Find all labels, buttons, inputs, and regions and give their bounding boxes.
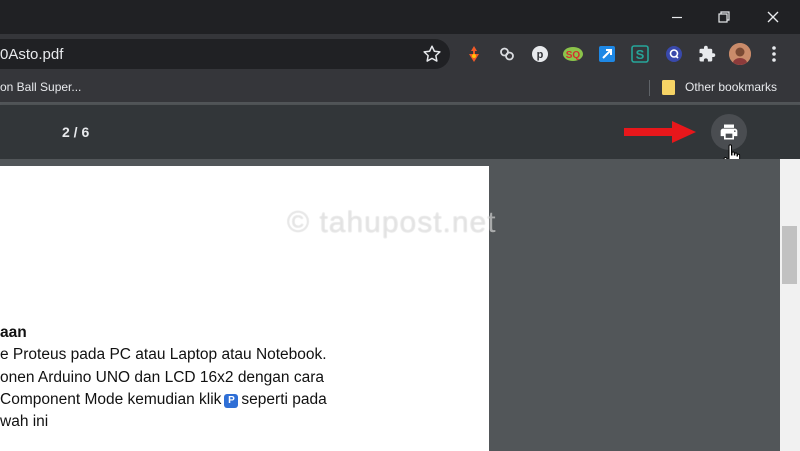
minimize-button[interactable] <box>654 0 700 34</box>
extension-1-button[interactable] <box>464 44 484 64</box>
document-line: onen Arduino UNO dan LCD 16x2 dengan car… <box>0 369 324 386</box>
bookmarks-separator <box>649 80 650 96</box>
document-line: wah ini <box>0 413 49 430</box>
extensions-button[interactable] <box>697 44 717 64</box>
link-extension-icon <box>500 47 514 61</box>
other-bookmarks[interactable]: Other bookmarks <box>685 80 777 94</box>
seoquake-extension-icon: SQ <box>563 47 583 61</box>
profile-avatar[interactable] <box>729 43 751 65</box>
svg-text:SQ: SQ <box>566 50 581 61</box>
more-menu-button[interactable] <box>764 44 784 64</box>
red-arrow-annotation <box>624 121 696 143</box>
print-icon <box>720 124 738 140</box>
minimize-icon <box>672 16 682 19</box>
s-extension-icon: S <box>631 45 649 63</box>
svg-text:S: S <box>636 47 645 62</box>
pinterest-extension-icon: p <box>532 46 548 62</box>
page-indicator[interactable]: 2 / 6 <box>62 124 89 140</box>
bookmarks-bar <box>0 74 800 102</box>
document-line-text: seperti pada <box>241 391 327 408</box>
p-component-icon: P <box>224 394 239 408</box>
arrow-right-icon <box>624 121 696 143</box>
q-extension-button[interactable] <box>664 44 684 64</box>
bookmark-star-button[interactable] <box>421 43 443 65</box>
scrollbar-track[interactable] <box>780 159 800 451</box>
restore-button[interactable] <box>701 0 747 34</box>
address-bar[interactable] <box>0 39 450 69</box>
close-button[interactable] <box>750 0 796 34</box>
close-icon <box>767 11 779 23</box>
star-icon <box>423 45 441 62</box>
link-extension-button[interactable] <box>497 44 517 64</box>
extension-1-icon <box>469 46 479 62</box>
url-text[interactable]: 0Asto.pdf <box>0 46 63 63</box>
restore-icon <box>718 11 730 23</box>
scrollbar-thumb[interactable] <box>782 226 797 284</box>
external-link-extension-icon <box>599 46 615 62</box>
document-line: Component Mode kemudian klik Pseperti pad… <box>0 391 327 409</box>
folder-icon <box>662 80 675 95</box>
bookmark-item[interactable]: on Ball Super... <box>0 80 81 94</box>
watermark: © tahupost.net <box>287 206 497 239</box>
avatar-icon <box>729 43 751 65</box>
document-line-text: Component Mode kemudian klik <box>0 391 222 408</box>
extensions-puzzle-icon <box>699 45 716 62</box>
document-heading: aan <box>0 324 27 341</box>
more-menu-icon <box>772 46 776 62</box>
svg-text:p: p <box>537 49 544 61</box>
q-extension-icon <box>666 46 682 62</box>
document-line: e Proteus pada PC atau Laptop atau Noteb… <box>0 346 327 363</box>
pinterest-extension-button[interactable]: p <box>530 44 550 64</box>
s-extension-button[interactable]: S <box>630 44 650 64</box>
seoquake-extension-button[interactable]: SQ <box>562 44 584 64</box>
external-link-extension-button[interactable] <box>597 44 617 64</box>
